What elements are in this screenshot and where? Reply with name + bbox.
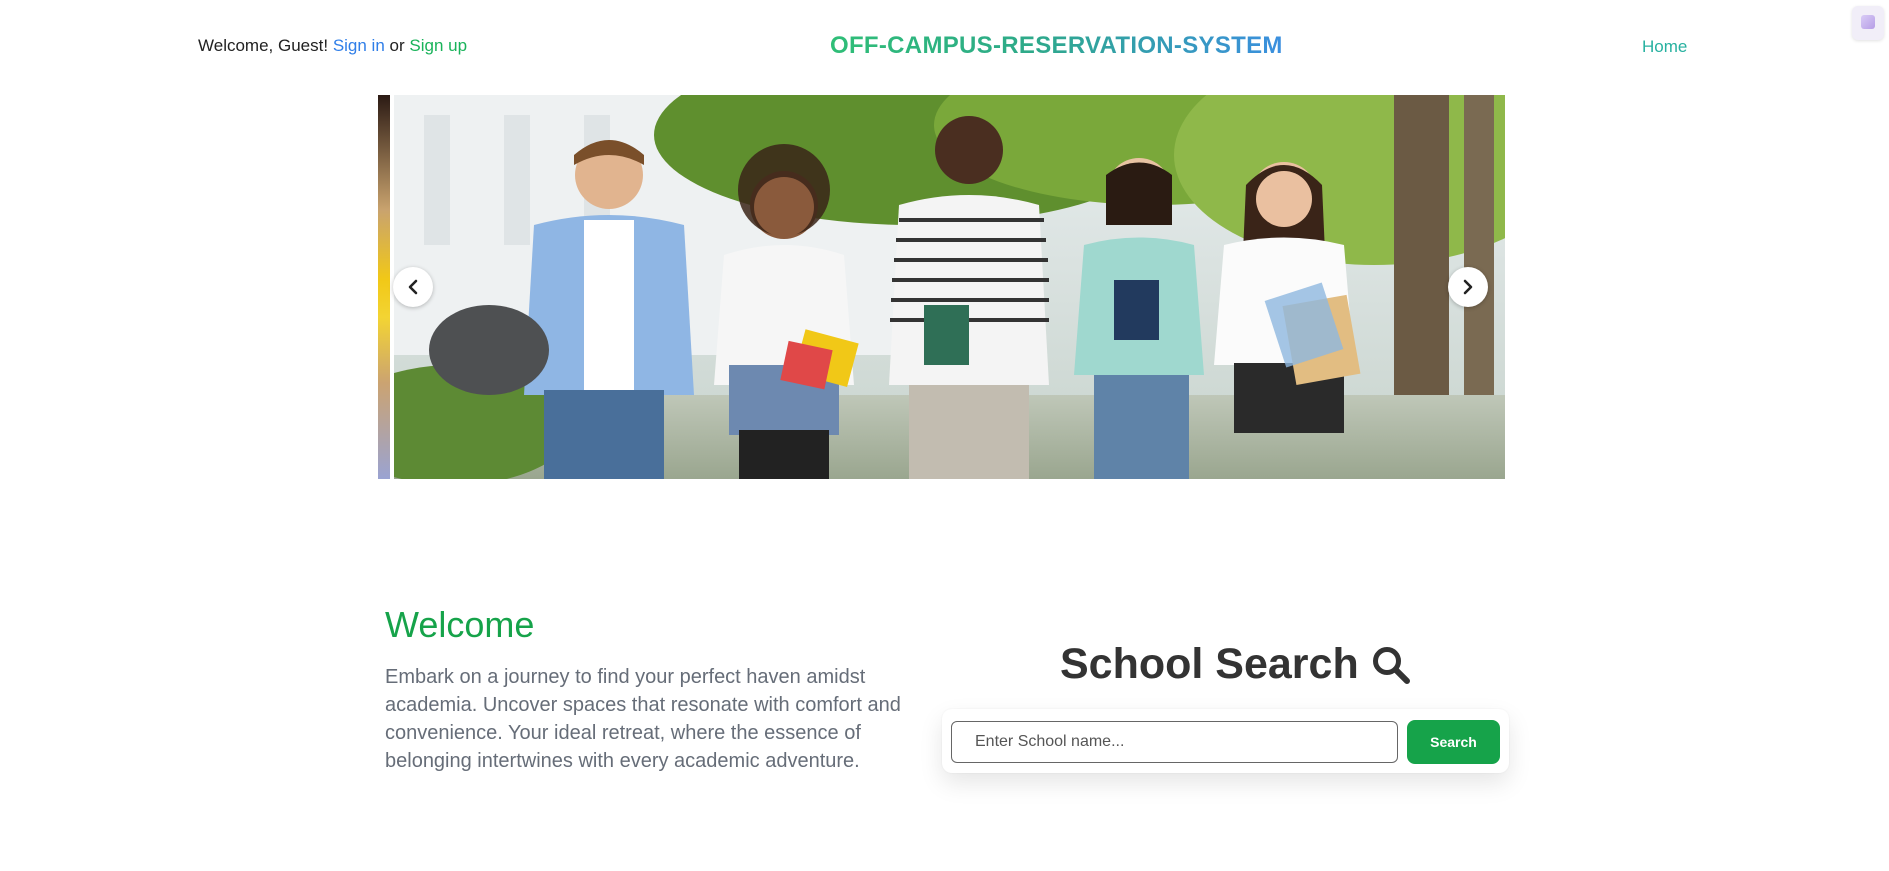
extension-widget-icon[interactable]: [1852, 6, 1884, 40]
carousel-slide-image: [394, 95, 1505, 479]
welcome-description: Embark on a journey to find your perfect…: [385, 666, 901, 772]
page: Welcome, Guest! Sign in or Sign up OFF-C…: [0, 0, 1889, 871]
school-search-input[interactable]: [951, 721, 1398, 763]
carousel-next-button[interactable]: [1448, 267, 1488, 307]
welcome-heading: Welcome: [385, 604, 535, 645]
school-search-title: School Search: [1060, 640, 1359, 688]
greeting-text: Welcome, Guest!: [198, 36, 329, 55]
sign-in-link[interactable]: Sign in: [333, 36, 385, 55]
chevron-right-icon: [1463, 279, 1473, 295]
search-icon: [1372, 646, 1410, 684]
chevron-left-icon: [408, 279, 418, 295]
sign-up-link[interactable]: Sign up: [409, 36, 467, 55]
search-button[interactable]: Search: [1407, 720, 1500, 764]
or-text: or: [389, 36, 405, 55]
school-search-heading: School Search: [1060, 640, 1411, 689]
site-brand[interactable]: OFF-CAMPUS-RESERVATION-SYSTEM: [830, 32, 1283, 60]
hero-carousel: [378, 95, 1505, 479]
previous-slide-peek: [378, 95, 390, 479]
nav-home-link[interactable]: Home: [1642, 37, 1687, 57]
guest-greeting: Welcome, Guest! Sign in or Sign up: [198, 36, 467, 56]
school-search-form: Search: [942, 709, 1509, 773]
carousel-prev-button[interactable]: [393, 267, 433, 307]
